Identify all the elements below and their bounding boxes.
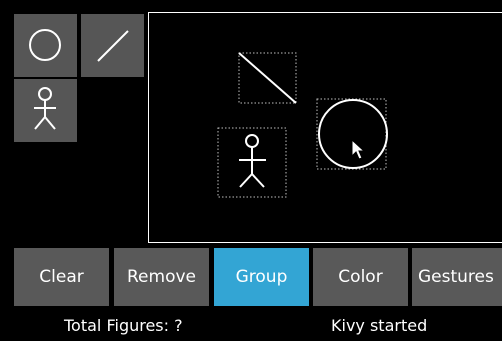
line-shape	[238, 52, 297, 104]
drawing-canvas[interactable]	[148, 12, 502, 243]
status-message: Kivy started	[331, 316, 428, 335]
clear-button[interactable]: Clear	[14, 248, 109, 306]
stickman-figure[interactable]	[217, 127, 287, 198]
stickman-icon	[34, 87, 56, 130]
gestures-button[interactable]: Gestures	[412, 248, 502, 306]
line-tool-button[interactable]	[81, 14, 144, 77]
line-figure[interactable]	[238, 52, 297, 104]
group-button[interactable]: Group	[214, 248, 309, 306]
circle-figure[interactable]	[316, 98, 388, 170]
line-icon	[97, 30, 129, 62]
color-button[interactable]: Color	[313, 248, 408, 306]
arrow-cursor-icon	[351, 138, 366, 160]
total-figures-label: Total Figures: ?	[64, 316, 183, 335]
circle-shape	[318, 99, 388, 169]
circle-tool-button[interactable]	[14, 14, 77, 77]
remove-button[interactable]: Remove	[114, 248, 209, 306]
stickman-tool-button[interactable]	[14, 79, 77, 142]
stickman-shape	[239, 134, 266, 188]
circle-icon	[29, 29, 61, 61]
